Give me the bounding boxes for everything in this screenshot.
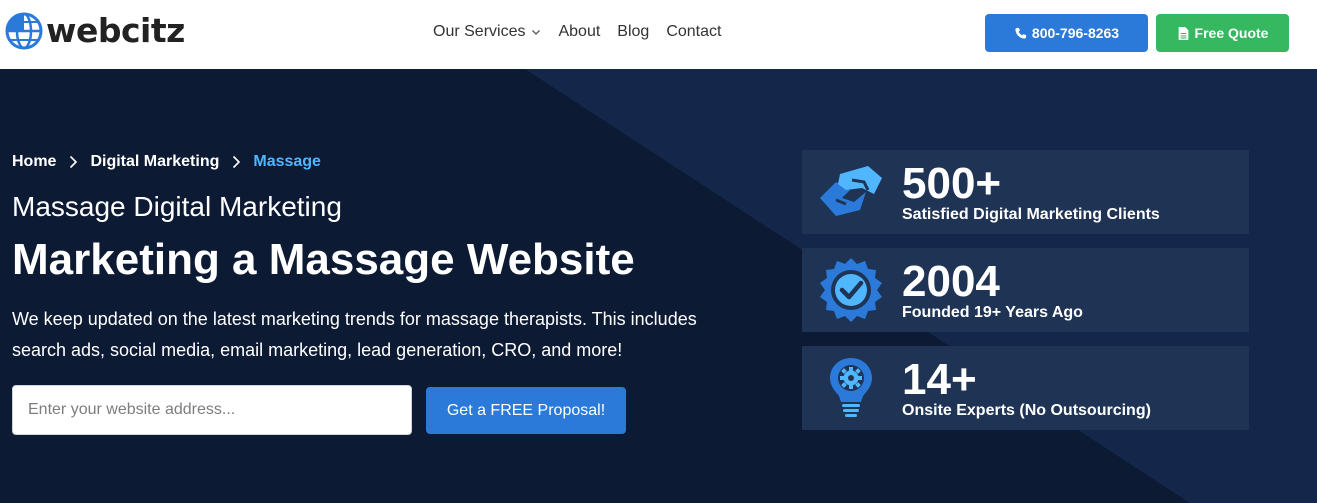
nav-item-label: Our Services <box>433 23 526 40</box>
chevron-right-icon <box>70 155 78 169</box>
lightbulb-gear-icon <box>830 358 872 417</box>
page-subtitle: Massage Digital Marketing <box>12 191 342 222</box>
page-title: Marketing a Massage Website <box>12 235 635 284</box>
hero-section: Home Digital Marketing Massage Massage D… <box>0 69 1317 503</box>
breadcrumb-current: Massage <box>253 153 321 170</box>
chevron-down-icon <box>532 30 541 35</box>
breadcrumb-home[interactable]: Home <box>12 153 56 171</box>
nav-item-contact[interactable]: Contact <box>666 23 721 41</box>
badge-check-icon <box>820 258 882 322</box>
stat-card-experts: 14+ Onsite Experts (No Outsourcing) <box>802 346 1249 430</box>
nav-item-blog[interactable]: Blog <box>617 23 649 41</box>
nav-item-our-services[interactable]: Our Services <box>433 23 541 41</box>
logo[interactable]: webcitz <box>4 11 185 51</box>
stat-label: Founded 19+ Years Ago <box>902 304 1083 321</box>
main-nav: Our Services About Blog Contact <box>433 23 738 41</box>
logo-wordmark: webcitz <box>46 11 185 50</box>
nav-item-label: Contact <box>666 23 722 40</box>
chevron-right-icon <box>233 155 241 169</box>
breadcrumb-parent[interactable]: Digital Marketing <box>90 153 219 171</box>
website-address-input[interactable] <box>12 385 412 435</box>
get-proposal-button[interactable]: Get a FREE Proposal! <box>426 387 626 434</box>
globe-icon <box>5 12 43 50</box>
site-header: webcitz Our Services About Blog Contact … <box>0 0 1317 69</box>
handshake-icon <box>820 166 882 216</box>
document-icon <box>1178 26 1188 40</box>
stat-label: Onsite Experts (No Outsourcing) <box>902 402 1151 419</box>
stat-card-founded: 2004 Founded 19+ Years Ago <box>802 248 1249 332</box>
stat-value: 14+ <box>902 355 977 404</box>
hero-description: We keep updated on the latest marketing … <box>12 309 697 360</box>
phone-icon <box>1015 27 1027 39</box>
stat-card-clients: 500+ Satisfied Digital Marketing Clients <box>802 150 1249 234</box>
nav-item-label: About <box>558 23 601 40</box>
stat-value: 500+ <box>902 159 1002 208</box>
phone-number: 800-796-8263 <box>1031 25 1120 41</box>
phone-button[interactable]: 800-796-8263 <box>985 14 1148 52</box>
free-quote-label: Free Quote <box>1194 25 1269 41</box>
free-quote-button[interactable]: Free Quote <box>1156 14 1289 52</box>
stat-label: Satisfied Digital Marketing Clients <box>902 206 1160 223</box>
nav-item-label: Blog <box>617 23 650 40</box>
breadcrumb: Home Digital Marketing Massage <box>12 153 321 171</box>
nav-item-about[interactable]: About <box>558 23 600 41</box>
stat-value: 2004 <box>902 257 1000 306</box>
